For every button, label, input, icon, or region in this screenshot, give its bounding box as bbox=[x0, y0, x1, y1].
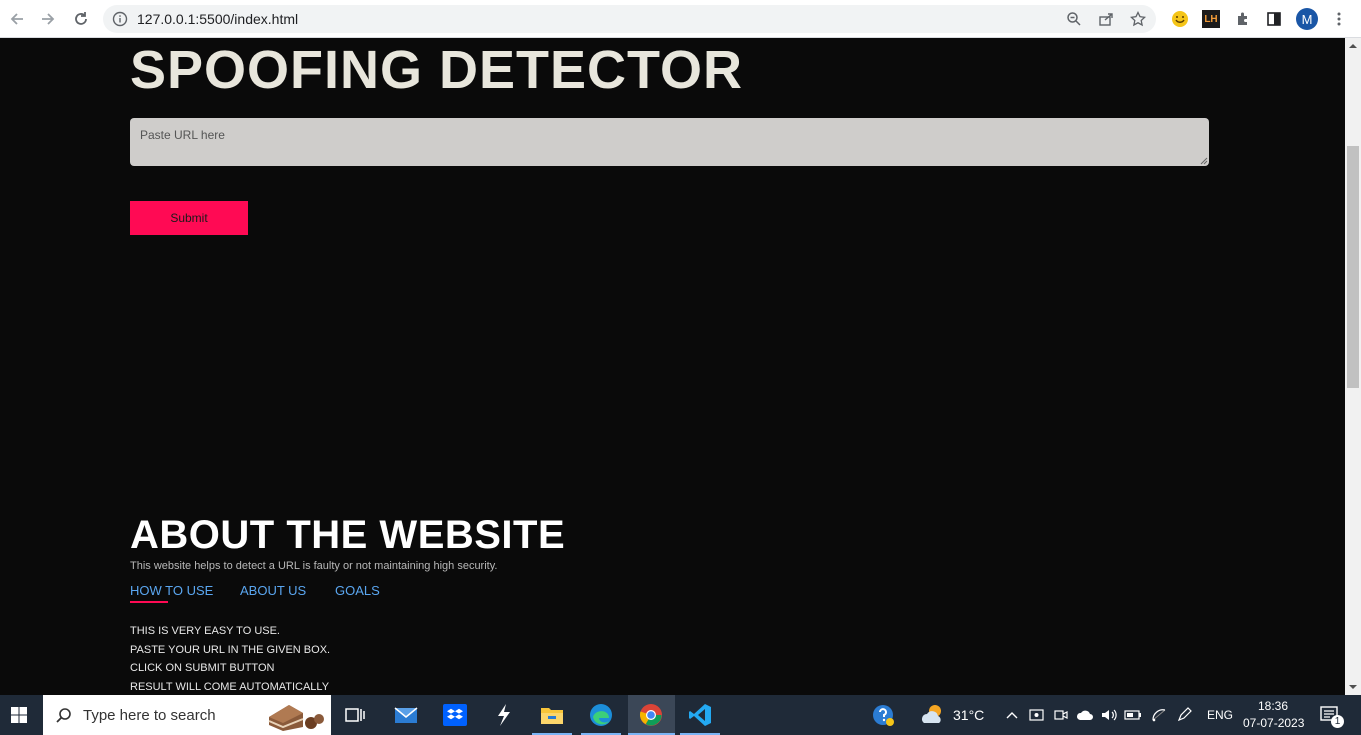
battery-icon bbox=[1124, 710, 1141, 720]
content-line: CLICK ON SUBMIT BUTTON bbox=[130, 662, 275, 674]
forward-button[interactable] bbox=[37, 8, 59, 30]
task-view-button[interactable] bbox=[340, 701, 370, 729]
battery-button[interactable] bbox=[1121, 701, 1145, 729]
taskbar-search[interactable]: Type here to search bbox=[43, 695, 331, 735]
weather-temperature[interactable]: 31°C bbox=[953, 707, 984, 723]
emoji-extension-icon[interactable] bbox=[1170, 9, 1190, 29]
tab-about-us[interactable]: ABOUT US bbox=[240, 583, 306, 598]
address-bar[interactable]: 127.0.0.1:5500/index.html bbox=[103, 5, 1156, 33]
taskbar-chrome[interactable] bbox=[628, 701, 675, 735]
lightning-app-icon bbox=[498, 704, 510, 726]
scroll-down-icon[interactable] bbox=[1349, 683, 1357, 691]
browser-toolbar: 127.0.0.1:5500/index.html LH M bbox=[0, 0, 1361, 38]
submit-button[interactable]: Submit bbox=[130, 201, 248, 235]
search-placeholder: Type here to search bbox=[83, 707, 216, 724]
content-line: THIS IS VERY EASY TO USE. bbox=[130, 625, 280, 637]
folder-icon bbox=[541, 708, 563, 724]
reload-icon bbox=[75, 12, 87, 25]
resize-grip-icon[interactable] bbox=[1198, 155, 1208, 165]
help-icon bbox=[873, 705, 894, 726]
taskbar-mail[interactable] bbox=[391, 701, 421, 729]
zoom-icon[interactable] bbox=[1065, 10, 1083, 28]
page-title: SPOOFING DETECTOR bbox=[130, 40, 744, 100]
tab-how-to-use[interactable]: HOW TO USE bbox=[130, 583, 213, 598]
speaker-icon bbox=[1102, 709, 1117, 721]
partly-cloudy-icon bbox=[922, 705, 941, 723]
windows-logo-icon bbox=[11, 707, 27, 723]
taskbar-vscode[interactable] bbox=[680, 701, 720, 735]
site-info-icon[interactable] bbox=[111, 10, 129, 28]
bookmark-star-icon[interactable] bbox=[1129, 10, 1147, 28]
content-line: PASTE YOUR URL IN THE GIVEN BOX. bbox=[130, 644, 331, 656]
taskbar-file-explorer[interactable] bbox=[532, 701, 572, 735]
taskbar-edge[interactable] bbox=[581, 701, 621, 735]
url-input[interactable] bbox=[130, 118, 1209, 166]
show-hidden-icons-button[interactable] bbox=[1000, 701, 1024, 729]
mail-icon bbox=[394, 707, 418, 723]
url-text[interactable]: 127.0.0.1:5500/index.html bbox=[137, 11, 298, 27]
active-tab-underline bbox=[130, 601, 168, 603]
chrome-browser-icon bbox=[639, 704, 662, 726]
search-icon bbox=[56, 708, 71, 723]
scroll-thumb[interactable] bbox=[1347, 146, 1359, 388]
wifi-icon bbox=[1152, 709, 1166, 722]
tab-goals[interactable]: GOALS bbox=[335, 583, 380, 598]
content-line: RESULT WILL COME AUTOMATICALLY bbox=[130, 681, 330, 693]
kebab-menu-icon[interactable] bbox=[1329, 9, 1349, 29]
profile-avatar[interactable]: M bbox=[1296, 8, 1318, 30]
camera-icon bbox=[1054, 710, 1068, 720]
clock-date[interactable]: 07-07-2023 bbox=[1243, 716, 1304, 730]
notification-center-button[interactable]: 1 bbox=[1316, 701, 1344, 729]
cake-illustration-icon bbox=[268, 705, 324, 731]
extensions-puzzle-icon[interactable] bbox=[1233, 9, 1253, 29]
page-viewport: SPOOFING DETECTOR Submit ABOUT THE WEBSI… bbox=[0, 38, 1345, 695]
windows-taskbar: Type here to search 31°C ENG 18:36 07-07… bbox=[0, 695, 1361, 735]
task-view-icon bbox=[345, 708, 365, 722]
vscode-icon bbox=[689, 704, 711, 726]
help-button[interactable] bbox=[868, 701, 898, 729]
notification-badge: 1 bbox=[1331, 715, 1344, 728]
side-panel-icon[interactable] bbox=[1264, 9, 1284, 29]
weather-widget[interactable] bbox=[918, 701, 948, 729]
tray-app-icon[interactable] bbox=[1025, 701, 1049, 729]
start-button[interactable] bbox=[4, 701, 34, 729]
chevron-up-icon bbox=[1006, 712, 1018, 719]
edge-browser-icon bbox=[590, 704, 612, 726]
vertical-scrollbar[interactable] bbox=[1345, 38, 1361, 695]
lighthouse-extension-icon[interactable]: LH bbox=[1201, 9, 1221, 29]
dropbox-icon bbox=[443, 704, 467, 726]
screen-capture-icon bbox=[1029, 709, 1044, 721]
scroll-up-icon[interactable] bbox=[1349, 42, 1357, 50]
arrow-right-icon bbox=[42, 13, 55, 25]
taskbar-dropbox[interactable] bbox=[440, 701, 470, 729]
clock-time[interactable]: 18:36 bbox=[1258, 699, 1288, 713]
onedrive-button[interactable] bbox=[1073, 701, 1097, 729]
arrow-left-icon bbox=[10, 13, 23, 25]
share-icon[interactable] bbox=[1097, 10, 1115, 28]
back-button[interactable] bbox=[6, 8, 28, 30]
network-button[interactable] bbox=[1147, 701, 1171, 729]
pen-workspace-button[interactable] bbox=[1172, 701, 1196, 729]
volume-button[interactable] bbox=[1097, 701, 1121, 729]
input-language[interactable]: ENG bbox=[1207, 708, 1233, 722]
pen-icon bbox=[1177, 707, 1192, 722]
cloud-icon bbox=[1076, 710, 1093, 720]
reload-button[interactable] bbox=[70, 8, 92, 30]
about-description: This website helps to detect a URL is fa… bbox=[130, 560, 498, 572]
tray-meet-icon[interactable] bbox=[1049, 701, 1073, 729]
taskbar-app-s[interactable] bbox=[488, 701, 518, 729]
about-heading: ABOUT THE WEBSITE bbox=[130, 513, 566, 557]
